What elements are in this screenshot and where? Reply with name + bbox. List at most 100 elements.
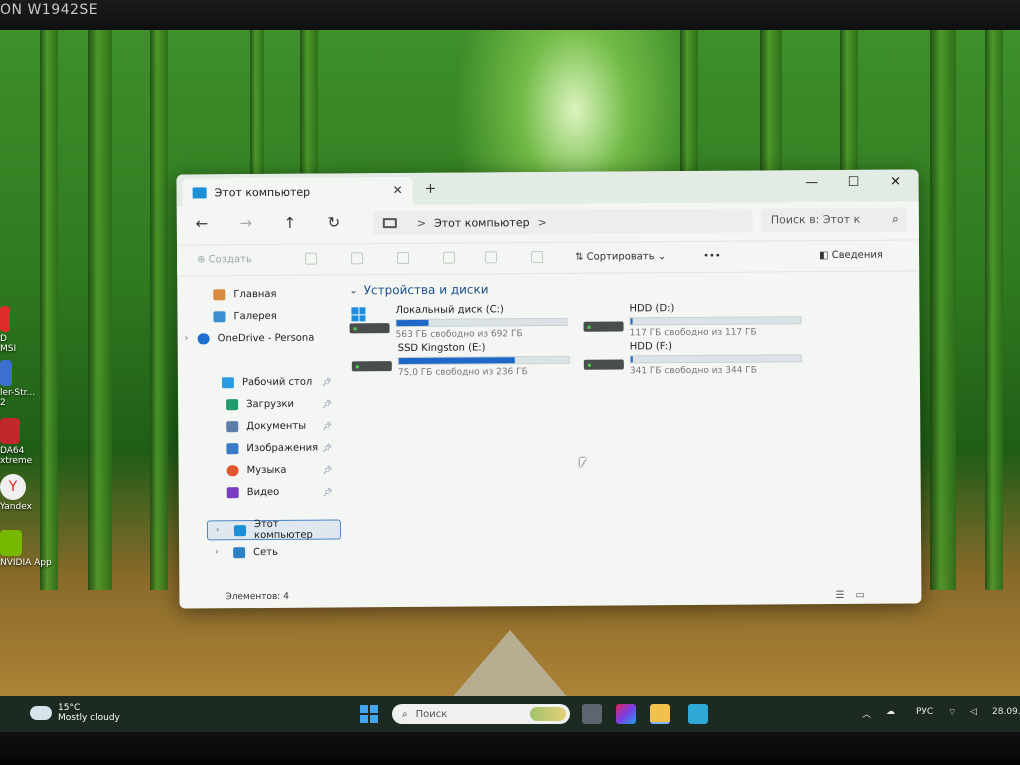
sidebar-item-label: Рабочий стол	[241, 376, 313, 388]
store-icon[interactable]	[616, 704, 636, 724]
sidebar-item-downloads[interactable]: Загрузки 📌︎	[226, 393, 338, 414]
network-icon	[233, 546, 246, 558]
weather-widget[interactable]: 15°C Mostly cloudy	[30, 703, 120, 723]
search-highlight-icon	[530, 707, 566, 721]
group-header-devices[interactable]: ⌄ Устройства и диски	[349, 282, 488, 297]
breadcrumb-chevron-icon[interactable]: >	[538, 216, 547, 229]
drive-item-c[interactable]: Локальный диск (C:) 563 ГБ свободно из 6…	[349, 304, 569, 342]
sidebar-item-videos[interactable]: Видео 📌︎	[226, 481, 339, 502]
drive-usage-bar	[629, 354, 802, 364]
chevron-right-icon[interactable]: ›	[185, 334, 189, 344]
desktop-icon-label: Yandex	[0, 502, 32, 512]
rename-icon[interactable]	[443, 251, 456, 264]
details-view-icon[interactable]: ☰	[835, 590, 844, 601]
refresh-button[interactable]: ↻	[323, 213, 345, 231]
pin-icon: 📌︎	[321, 377, 332, 387]
app-icon	[0, 360, 12, 386]
clock-date[interactable]: 28.09.	[992, 707, 1020, 717]
sidebar-item-label: Изображения	[246, 442, 319, 454]
windows-logo-icon	[351, 307, 366, 322]
chevron-right-icon[interactable]: ›	[216, 525, 220, 535]
drive-free-space: 341 ГБ свободно из 344 ГБ	[629, 365, 757, 377]
sidebar-item-home[interactable]: Главная	[213, 283, 353, 304]
forward-button[interactable]: →	[235, 214, 257, 232]
nvidia-icon	[0, 530, 22, 556]
onedrive-tray-icon[interactable]: ☁	[886, 707, 895, 717]
sidebar-item-label: Галерея	[233, 310, 277, 322]
desktop-icon-app[interactable]: ler-Str... 2	[0, 360, 46, 408]
breadcrumb-this-pc[interactable]: Этот компьютер	[434, 216, 530, 230]
sidebar-item-pictures[interactable]: Изображения 📌︎	[226, 437, 338, 458]
share-icon[interactable]	[485, 251, 498, 264]
sidebar-item-documents[interactable]: Документы 📌︎	[226, 415, 338, 436]
more-options-button[interactable]: •••	[703, 251, 721, 262]
sidebar-item-label: Главная	[233, 288, 277, 300]
drive-usage-fill	[630, 356, 633, 363]
desktop-icon-label: NVIDIA App	[0, 558, 52, 568]
search-input[interactable]: Поиск в: Этот к ⌕	[760, 207, 907, 233]
mouse-cursor-icon	[580, 458, 586, 468]
wallpaper-bamboo	[150, 30, 168, 590]
tab-close-icon[interactable]: ✕	[392, 183, 402, 197]
sidebar-item-onedrive[interactable]: › OneDrive - Persona	[185, 327, 338, 348]
up-button[interactable]: ↑	[279, 214, 301, 232]
drive-item-e[interactable]: SSD Kingston (E:) 75,0 ГБ свободно из 23…	[351, 342, 572, 380]
breadcrumb-chevron-icon[interactable]: >	[417, 216, 426, 229]
sidebar-item-music[interactable]: Музыка 📌︎	[226, 459, 338, 480]
weather-temperature: 15°C	[58, 703, 81, 713]
desktop-icon-yandex[interactable]: Y Yandex	[0, 474, 46, 512]
sidebar-item-this-pc[interactable]: › Этот компьютер	[206, 518, 342, 542]
start-button[interactable]	[360, 705, 378, 723]
group-title: Устройства и диски	[363, 282, 489, 298]
copy-icon[interactable]	[351, 252, 364, 265]
new-tab-button[interactable]: +	[425, 181, 437, 197]
close-button[interactable]: ✕	[881, 174, 911, 190]
desktop-folder-icon	[221, 376, 234, 388]
minimize-button[interactable]: —	[797, 175, 827, 190]
new-button[interactable]: ⊕ Создать	[197, 254, 252, 265]
tab-this-pc[interactable]: Этот компьютер ✕	[182, 176, 413, 207]
sidebar-item-gallery[interactable]: Галерея	[213, 305, 353, 326]
sidebar-item-label: Этот компьютер	[253, 518, 313, 542]
pictures-icon	[226, 442, 239, 454]
sort-button[interactable]: ⇅ Сортировать ⌄	[575, 251, 666, 263]
drive-item-f[interactable]: HDD (F:) 341 ГБ свободно из 344 ГБ	[583, 340, 804, 378]
desktop-icon-nvidia[interactable]: NVIDIA App	[0, 530, 52, 568]
delete-icon[interactable]	[531, 251, 544, 264]
sidebar-item-label: OneDrive - Persona	[217, 332, 315, 344]
sidebar-item-desktop[interactable]: Рабочий стол 📌︎	[221, 371, 338, 392]
weather-description: Mostly cloudy	[58, 713, 120, 723]
sidebar-item-label: Музыка	[246, 464, 287, 476]
chevron-down-icon[interactable]: ⌄	[349, 285, 357, 296]
gallery-icon	[213, 310, 226, 322]
drive-icon	[583, 321, 624, 332]
tiles-view-icon[interactable]: ▭	[855, 590, 865, 601]
microsoft-store-icon[interactable]	[688, 704, 708, 724]
title-bar[interactable]: Этот компьютер ✕ + — ☐ ✕	[176, 169, 919, 207]
desktop-icon-aida64[interactable]: DA64 xtreme	[0, 418, 46, 466]
language-indicator[interactable]: РУС	[916, 707, 933, 717]
documents-icon	[226, 420, 239, 432]
drive-free-space: 117 ГБ свободно из 117 ГБ	[629, 327, 757, 339]
desktop-icon-label: D MSI	[0, 334, 17, 354]
details-button[interactable]: ◧ Сведения	[819, 250, 883, 261]
desktop-icon-label: ler-Str... 2	[0, 388, 36, 408]
address-bar[interactable]: > Этот компьютер >	[372, 208, 753, 236]
tray-overflow-icon[interactable]: ︿	[862, 707, 871, 720]
pin-icon: 📌︎	[322, 421, 333, 431]
taskbar-search[interactable]: ⌕ Поиск	[392, 704, 570, 724]
paste-icon[interactable]	[397, 251, 410, 265]
cut-icon[interactable]	[305, 252, 318, 265]
back-button[interactable]: ←	[191, 214, 213, 232]
drive-usage-fill	[396, 319, 429, 327]
drive-usage-bar	[395, 317, 568, 328]
sidebar-item-network[interactable]: › Сеть	[215, 541, 339, 562]
desktop-icon-msi[interactable]: D MSI	[0, 306, 46, 354]
volume-icon[interactable]: ◁	[970, 707, 977, 717]
maximize-button[interactable]: ☐	[839, 175, 869, 190]
wifi-icon[interactable]: ⌔	[948, 707, 956, 718]
drive-item-d[interactable]: HDD (D:) 117 ГБ свободно из 117 ГБ	[583, 302, 803, 340]
chevron-right-icon[interactable]: ›	[215, 547, 219, 557]
task-view-icon[interactable]	[582, 704, 602, 724]
file-explorer-icon[interactable]	[650, 704, 670, 724]
